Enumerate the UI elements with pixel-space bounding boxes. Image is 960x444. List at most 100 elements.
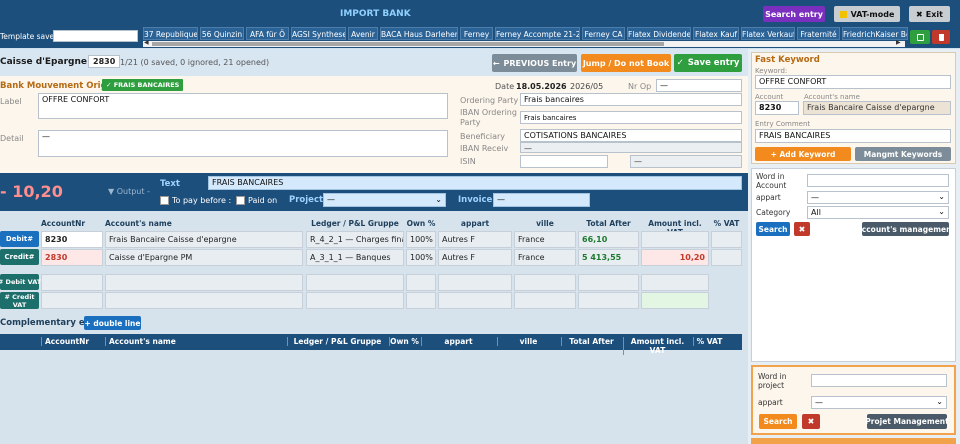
vat-row-cell[interactable]	[41, 292, 103, 309]
vat-row-cell[interactable]	[41, 274, 103, 291]
account-appart-value: —	[811, 193, 819, 202]
keyword-field[interactable]: OFFRE CONFORT	[755, 75, 951, 89]
iban-receiv-field[interactable]: —	[520, 142, 742, 153]
complementary-header-cell: AccountNr	[41, 337, 103, 346]
project-search-button[interactable]: Search	[759, 414, 797, 429]
close-icon: ✖	[916, 9, 923, 19]
vat-row-cell[interactable]	[105, 274, 303, 291]
table-cell-vat[interactable]	[711, 231, 742, 248]
invoice-field[interactable]: —	[493, 193, 590, 207]
table-cell-vat[interactable]	[711, 249, 742, 266]
vat-row-cell[interactable]	[641, 274, 709, 291]
isin-field[interactable]	[520, 155, 608, 168]
vat-row-cell[interactable]	[306, 274, 404, 291]
project-select[interactable]: — ⌄	[323, 193, 446, 207]
template-tab[interactable]: Flatex Verkauf	[741, 27, 795, 40]
template-tab[interactable]: 37 Republique	[143, 27, 198, 40]
template-tab[interactable]: Ferney CA	[582, 27, 625, 40]
complementary-header-cell: Total After	[561, 337, 621, 346]
vat-row-cell[interactable]	[306, 292, 404, 309]
text-field[interactable]: FRAIS BANCAIRES	[208, 176, 742, 190]
vat-row-cell[interactable]	[514, 274, 576, 291]
project-appart-select[interactable]: — ⌄	[811, 396, 947, 409]
vat-row-cell[interactable]	[641, 292, 709, 309]
save-template-button[interactable]	[910, 30, 930, 44]
account-appart-select[interactable]: — ⌄	[807, 191, 949, 204]
scroll-right-icon[interactable]: ▶	[896, 39, 901, 46]
template-tab[interactable]: Flatex Kauf	[693, 27, 739, 40]
debit-vat-button[interactable]: # Debit VAT	[0, 274, 41, 290]
account-search-button[interactable]: Search	[756, 222, 790, 236]
vat-row-cell[interactable]	[438, 274, 512, 291]
template-tab[interactable]: Avenir	[348, 27, 378, 40]
template-tab[interactable]: Ferney	[460, 27, 493, 40]
vat-mode-button[interactable]: VAT-mode	[834, 6, 900, 22]
date-value: 18.05.2026	[516, 82, 567, 91]
vat-row-cell[interactable]	[105, 292, 303, 309]
vat-row-cell[interactable]	[578, 274, 639, 291]
tabs-scrollbar[interactable]: ◀ ▶	[143, 39, 905, 47]
table-cell-ville: France	[514, 231, 576, 248]
project-management-button[interactable]: Projet Management	[865, 414, 949, 429]
word-in-project-field[interactable]	[811, 374, 947, 387]
output-toggle[interactable]: ▼ Output -	[108, 187, 150, 196]
vat-row-cell[interactable]	[438, 292, 512, 309]
table-cell-nr[interactable]: 2830	[41, 249, 103, 266]
debit-button[interactable]: Debit#	[0, 231, 39, 247]
vat-row-cell[interactable]	[578, 292, 639, 309]
label-label: Label	[0, 97, 22, 106]
keyword-account-field[interactable]: 8230	[755, 101, 799, 115]
save-entry-button[interactable]: ✓ Save entry	[674, 54, 742, 72]
detail-field[interactable]: —	[38, 130, 448, 157]
double-line-button[interactable]: + double line	[84, 316, 141, 330]
credit-button[interactable]: Credit#	[0, 249, 39, 265]
label-field[interactable]: OFFRE CONFORT	[38, 93, 448, 119]
iban-ordering-field[interactable]: Frais bancaires	[520, 111, 742, 124]
to-pay-before-checkbox[interactable]	[160, 196, 169, 205]
delete-template-button[interactable]	[932, 30, 950, 44]
account-label: Account	[755, 93, 784, 101]
template-tab[interactable]: AGSI Synthese	[291, 27, 346, 40]
previous-entry-button[interactable]: ← PREVIOUS Entry	[492, 54, 577, 72]
entry-comment-field[interactable]: FRAIS BANCAIRES	[755, 129, 951, 143]
scroll-left-icon[interactable]: ◀	[144, 39, 149, 46]
search-entry-button[interactable]: Search entry	[763, 6, 825, 22]
project-appart-label: appart	[758, 398, 783, 407]
date-label: Date	[495, 82, 515, 91]
ordering-party-field[interactable]: Frais bancaires	[520, 93, 742, 106]
table-cell-nr[interactable]: 8230	[41, 231, 103, 248]
word-in-account-label: Word in Account	[756, 172, 787, 190]
template-tab[interactable]: Fraternité	[797, 27, 840, 40]
table-cell-own[interactable]: 100%	[406, 249, 436, 266]
template-tab[interactable]: 56 Quinzin	[200, 27, 244, 40]
template-tab[interactable]: BACA Haus Darlehen	[380, 27, 458, 40]
word-in-account-field[interactable]	[807, 174, 949, 187]
scroll-thumb[interactable]	[152, 42, 664, 46]
project-clear-button[interactable]: ✖	[802, 414, 820, 429]
template-tab[interactable]: Flatex Dividende	[627, 27, 691, 40]
template-saved-input[interactable]	[53, 30, 138, 42]
table-cell-amount[interactable]: 10,20	[641, 249, 709, 266]
close-icon: ✖	[807, 417, 815, 426]
account-clear-button[interactable]: ✖	[794, 222, 810, 236]
add-keyword-button[interactable]: + Add Keyword	[755, 147, 851, 161]
category-badge-label: FRAIS BANCAIRES	[113, 81, 180, 89]
category-select[interactable]: All ⌄	[807, 206, 949, 219]
to-pay-before-label: To pay before :	[172, 196, 232, 205]
template-tab[interactable]: AFA für Ö	[246, 27, 289, 40]
credit-vat-button[interactable]: # Credit VAT	[0, 292, 39, 309]
jump-button[interactable]: Jump / Do not Book	[581, 54, 671, 72]
accounts-management-button[interactable]: Account's management	[856, 222, 955, 236]
beneficiary-field[interactable]: COTISATIONS BANCAIRES	[520, 129, 742, 142]
vat-row-cell[interactable]	[514, 292, 576, 309]
paid-on-checkbox[interactable]	[236, 196, 245, 205]
table-cell-amount[interactable]	[641, 231, 709, 248]
vat-row-cell[interactable]	[406, 274, 436, 291]
nrop-field[interactable]: —	[656, 79, 742, 92]
floppy-icon	[916, 33, 924, 41]
table-cell-own[interactable]: 100%	[406, 231, 436, 248]
template-tab[interactable]: Ferney Accompte 21-22	[495, 27, 580, 40]
manage-keywords-button[interactable]: Mangmt Keywords	[855, 147, 951, 161]
exit-button[interactable]: ✖ Exit	[909, 6, 950, 22]
vat-row-cell[interactable]	[406, 292, 436, 309]
